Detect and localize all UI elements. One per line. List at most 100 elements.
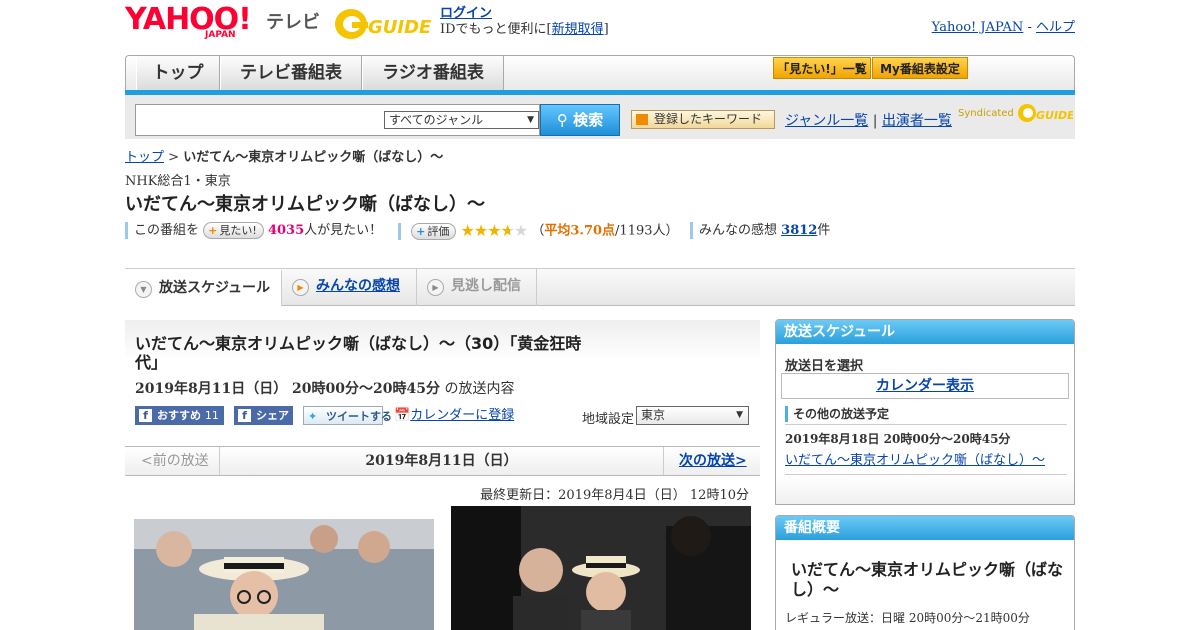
my-guide-settings-button[interactable]: My番組表設定 [872, 57, 968, 79]
star-partial-icon: ★ [500, 221, 515, 240]
episode-photo-1 [134, 519, 434, 630]
performer-list-link[interactable]: 出演者一覧 [882, 113, 952, 129]
nav-tab-tv-guide[interactable]: テレビ番組表 [220, 56, 362, 90]
facebook-icon: f [238, 409, 251, 422]
registered-keyword-button[interactable]: 登録したキーワード [631, 110, 775, 129]
rating-count: /1193人） [615, 223, 679, 239]
breadcrumb-sep: > [168, 150, 180, 165]
gguide-logo[interactable]: GUIDE [334, 7, 432, 41]
episode-photo-2 [451, 506, 751, 630]
link-pipe: | [872, 113, 878, 129]
search-links: ジャンル一覧 | 出演者一覧 [785, 110, 952, 130]
plus-icon: + [208, 224, 218, 237]
mitai-prefix: この番組を [134, 223, 200, 238]
other-schedule-date: 2019年8月18日 20時00分～20時45分 [785, 432, 1011, 446]
next-broadcast-button[interactable]: 次の放送> [663, 447, 760, 475]
fb-recommend-count: 11 [204, 409, 219, 422]
rate-button[interactable]: + 評価 [411, 222, 457, 240]
other-schedules-label: その他の放送予定 [785, 405, 1067, 425]
next-broadcast-link[interactable]: 次の放送> [679, 453, 747, 469]
episode-title: いだてん～東京オリムピック噺（ばなし）～（30）「黄金狂時代」 [135, 334, 582, 372]
fb-share-button[interactable]: f シェア [234, 406, 293, 425]
rating-group: + 評価 ★★★★★ （平均3.70点/1193人） [398, 220, 679, 243]
rating-open: （ [531, 223, 545, 239]
mitai-count: 4035 [267, 223, 305, 238]
help-link[interactable]: ヘルプ [1036, 20, 1075, 35]
schedule-panel-head: 放送スケジュール [776, 320, 1074, 344]
tv-label: テレビ [266, 12, 320, 33]
top-right-links: Yahoo! JAPAN - ヘルプ [932, 16, 1075, 35]
login-block: ログイン IDでもっと便利に[新規取得] [440, 6, 609, 38]
genre-list-link[interactable]: ジャンル一覧 [785, 113, 868, 129]
signup-link[interactable]: 新規取得 [552, 22, 604, 37]
episode-datetime: 2019年8月11日（日） 20時00分～20時45分 の放送内容 [135, 378, 514, 398]
fb-recommend-button[interactable]: f おすすめ 11 [135, 406, 224, 425]
channel-name: NHK総合1・東京 [125, 174, 231, 189]
search-button[interactable]: ⚲ 検索 [540, 104, 620, 136]
play-icon: ▶ [427, 279, 444, 296]
gguide-small-text: GUIDE [1036, 109, 1073, 122]
gguide-text: GUIDE [368, 17, 432, 38]
current-broadcast-date: 2019年8月11日（日） [365, 453, 518, 469]
search-icon: ⚲ [556, 111, 568, 129]
section-mark [785, 406, 788, 422]
breadcrumb-top[interactable]: トップ [125, 150, 164, 165]
rating-average: 平均3.70点 [544, 223, 616, 239]
calendar-register[interactable]: 📅カレンダーに登録 [394, 406, 514, 425]
stats-row: この番組を + 見たい! 4035人が見たい！ + 評価 ★★★★★ （平均3.70… [125, 220, 1075, 242]
nav-tab-radio-guide[interactable]: ラジオ番組表 [362, 56, 504, 90]
syndicated-badge: Syndicated GUIDE [958, 102, 1075, 124]
mitai-suffix: 人が見たい！ [304, 223, 383, 238]
twitter-icon: ✦ [308, 410, 318, 423]
summary-panel-head: 番組概要 [776, 516, 1074, 540]
region-label: 地域設定 [582, 412, 635, 427]
tab-streaming-label: 見逃し配信 [451, 278, 521, 294]
yahoo-japan-sub: JAPAN [205, 30, 236, 40]
other-schedule-link[interactable]: いだてん～東京オリムピック噺（ばなし）～ [785, 453, 1045, 468]
mitai-button-label: 見たい! [219, 224, 257, 237]
tab-schedule-label: 放送スケジュール [159, 280, 271, 296]
syndicated-text: Syndicated [958, 108, 1014, 119]
calendar-register-link[interactable]: カレンダーに登録 [410, 408, 514, 423]
calendar-view-button[interactable]: カレンダー表示 [781, 373, 1069, 399]
impressions-label: みんなの感想 [699, 223, 778, 238]
mitai-button[interactable]: + 見たい! [203, 222, 264, 239]
select-date-label: 放送日を選択 [785, 359, 864, 374]
tab-streaming[interactable]: ▶ 見逃し配信 [417, 269, 537, 306]
episode-datetime-suffix: の放送内容 [444, 381, 515, 397]
impressions-count-link[interactable]: 3812 [781, 223, 817, 238]
prev-broadcast-button[interactable]: <前の放送 [125, 447, 220, 475]
rating-stars: ★★★★★ [460, 221, 529, 240]
genre-select[interactable]: すべてのジャンル ▼ [384, 111, 539, 129]
tweet-button[interactable]: ✦ ツイートする [303, 406, 392, 425]
facebook-icon: f [139, 409, 152, 422]
breadcrumb-current: いだてん～東京オリムピック噺（ばなし）～ [183, 150, 444, 165]
other-schedule-link-wrap: いだてん～東京オリムピック噺（ばなし）～ [785, 449, 1045, 468]
photo-1-art [134, 519, 434, 630]
rate-button-label: 評価 [427, 224, 450, 238]
search-button-label: 検索 [573, 111, 604, 129]
login-link[interactable]: ログイン [440, 6, 492, 21]
breadcrumb: トップ > いだてん～東京オリムピック噺（ばなし）～ [125, 146, 443, 165]
mitai-list-button[interactable]: 「見たい!」一覧 [773, 57, 871, 79]
genre-selected: すべてのジャンル [389, 113, 484, 127]
tab-impressions-label: みんなの感想 [316, 278, 400, 294]
chevron-down-icon: ▼ [135, 281, 152, 298]
region-selected: 東京 [641, 408, 666, 422]
fb-recommend-label: おすすめ [157, 409, 201, 422]
tab-schedule[interactable]: ▼ 放送スケジュール [125, 269, 282, 306]
episode-datetime-value: 2019年8月11日（日） 20時00分～20時45分 [135, 381, 440, 397]
keyword-label: 登録したキーワード [654, 112, 763, 126]
yahoo-japan-link[interactable]: Yahoo! JAPAN [932, 20, 1024, 35]
calendar-view-link[interactable]: カレンダー表示 [876, 378, 974, 394]
page-title: いだてん～東京オリムピック噺（ばなし）～ [125, 194, 485, 215]
nav-tab-top[interactable]: トップ [136, 56, 220, 90]
summary-title: いだてん～東京オリムピック噺（ばなし）～ [791, 560, 1064, 599]
main-nav: トップ テレビ番組表 ラジオ番組表 「見たい!」一覧 My番組表設定 [125, 55, 1075, 91]
tab-impressions[interactable]: ▶ みんなの感想 [282, 269, 417, 306]
fb-share-label: シェア [256, 409, 289, 422]
content-tabs: ▼ 放送スケジュール ▶ みんなの感想 ▶ 見逃し配信 [125, 268, 1075, 306]
last-updated: 最終更新日：2019年8月4日（日） 12時10分 [480, 488, 749, 503]
region-select[interactable]: 東京 ▼ [636, 406, 749, 425]
summary-regular-broadcast: レギュラー放送：日曜 20時00分～21時00分 [785, 611, 1030, 625]
